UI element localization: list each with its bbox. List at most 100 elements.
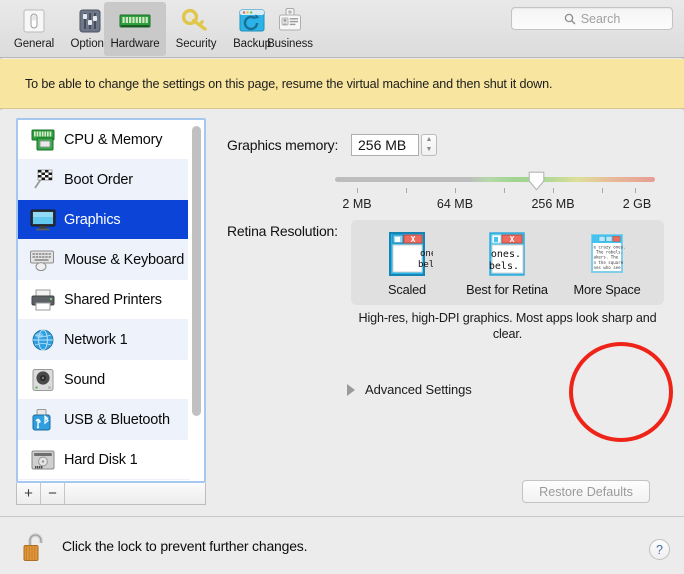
graphics-memory-input[interactable]: 256 MB <box>351 134 419 156</box>
sidebar-item-label: Boot Order <box>64 171 133 188</box>
open-padlock-icon[interactable] <box>22 530 50 562</box>
sidebar-item-boot-order[interactable]: Boot Order <box>18 160 190 200</box>
sidebar-item-label: Sound <box>64 371 105 388</box>
help-button[interactable]: ? <box>649 539 670 560</box>
tab-security[interactable]: Security <box>168 2 224 56</box>
tab-business-label: Business <box>267 38 313 50</box>
sidebar-item-label: CPU & Memory <box>64 131 163 148</box>
memory-module-icon <box>118 6 152 36</box>
retina-option-scaled[interactable]: X ones. bels. Scaled <box>359 231 455 297</box>
tab-general[interactable]: General <box>6 2 62 56</box>
tab-general-label: General <box>13 38 55 50</box>
slider-tick-label: 2 GB <box>622 197 652 211</box>
device-list-items: CPU & Memory Boot Order Graphics Mouse &… <box>18 120 190 480</box>
slider-tick-label: 64 MB <box>436 197 474 211</box>
printer-icon <box>26 288 60 312</box>
graphics-memory-label: Graphics memory: <box>227 137 339 153</box>
advanced-settings-disclosure[interactable]: Advanced Settings <box>347 382 472 397</box>
sidebar-item-label: USB & Bluetooth <box>64 411 170 428</box>
slider-knob[interactable] <box>528 171 545 191</box>
graphics-settings-pane: Graphics memory: 256 MB ▲ ▼ 2 MB 64 MB 2… <box>222 110 674 516</box>
red-circle-annotation <box>569 342 673 442</box>
lock-bar: Click the lock to prevent further change… <box>0 516 684 574</box>
scaled-thumbnail-icon: X ones. bels. <box>381 231 447 277</box>
sidebar-item-label: Mouse & Keyboard <box>64 251 185 268</box>
sidebar-item-graphics[interactable]: Graphics <box>18 200 190 240</box>
remove-device-button[interactable]: − <box>41 483 65 504</box>
warning-banner: To be able to change the settings on thi… <box>0 59 684 109</box>
sidebar-item-shared-printers[interactable]: Shared Printers <box>18 280 190 320</box>
sidebar-scrollbar-thumb[interactable] <box>192 126 201 416</box>
general-switch-icon <box>20 6 48 36</box>
svg-text:bels.: bels. <box>418 260 433 270</box>
retina-option-label: Best for Retina <box>466 282 548 297</box>
more-space-thumbnail-icon: e crazy ones. The rebels. akers. The n t… <box>581 231 633 277</box>
speaker-icon <box>26 368 60 392</box>
sidebar-item-network-1[interactable]: Network 1 <box>18 320 190 360</box>
stepper-down-icon[interactable]: ▼ <box>426 146 433 153</box>
sidebar-item-label: Hard Disk 1 <box>64 451 138 468</box>
retina-resolution-options: X ones. bels. Scaled <box>351 220 673 442</box>
slider-tick <box>406 188 407 193</box>
key-icon <box>181 6 211 36</box>
usb-bluetooth-icon <box>26 408 60 432</box>
hard-disk-icon <box>26 448 60 472</box>
tab-hardware-label: Hardware <box>110 38 160 50</box>
retina-resolution-label: Retina Resolution: <box>227 223 338 239</box>
retina-option-more-space[interactable]: e crazy ones. The rebels. akers. The n t… <box>559 231 655 297</box>
search-icon <box>564 13 576 25</box>
svg-text:ones.: ones. <box>420 249 433 259</box>
globe-icon <box>26 328 60 352</box>
sliders-icon <box>76 6 104 36</box>
add-device-button[interactable]: + <box>17 483 41 504</box>
tab-business[interactable]: Business <box>262 2 318 56</box>
svg-text:X: X <box>510 235 515 244</box>
slider-tick-label: 256 MB <box>531 197 575 211</box>
preferences-window: General Options Hardware Security Backup… <box>0 0 684 574</box>
search-placeholder: Search <box>580 11 621 26</box>
display-icon <box>26 208 60 232</box>
sidebar-item-usb-bluetooth[interactable]: USB & Bluetooth <box>18 400 190 440</box>
svg-text:ones.: ones. <box>491 249 521 260</box>
svg-text:bels.: bels. <box>489 261 519 272</box>
sidebar-item-label: Graphics <box>64 211 121 228</box>
device-list-toolbar: + − <box>16 483 206 505</box>
toolbar: General Options Hardware Security Backup… <box>0 0 684 58</box>
settings-body: CPU & Memory Boot Order Graphics Mouse &… <box>0 110 684 516</box>
tab-security-label: Security <box>175 38 217 50</box>
sidebar-item-label: Network 1 <box>64 331 128 348</box>
sidebar-item-cpu-memory[interactable]: CPU & Memory <box>18 120 190 160</box>
id-card-icon <box>276 6 304 36</box>
tab-hardware[interactable]: Hardware <box>104 2 166 56</box>
graphics-memory-slider[interactable]: 2 MB 64 MB 256 MB 2 GB <box>335 165 655 215</box>
retina-description: High-res, high-DPI graphics. Most apps l… <box>358 311 657 341</box>
slider-tick <box>357 188 358 193</box>
svg-text:X: X <box>411 235 416 244</box>
best-for-retina-thumbnail-icon: X ones. bels. <box>481 231 533 277</box>
slider-tick <box>455 188 456 193</box>
graphics-memory-stepper[interactable]: ▲ ▼ <box>421 134 437 156</box>
chevron-right-icon <box>347 383 355 396</box>
cpu-chip-icon <box>26 128 60 152</box>
sidebar-item-hard-disk-1[interactable]: Hard Disk 1 <box>18 440 190 480</box>
advanced-settings-label: Advanced Settings <box>365 382 472 397</box>
keyboard-mouse-icon <box>26 248 60 272</box>
device-list[interactable]: CPU & Memory Boot Order Graphics Mouse &… <box>16 118 206 483</box>
slider-tick <box>602 188 603 193</box>
stepper-up-icon[interactable]: ▲ <box>426 136 433 143</box>
retina-option-best-for-retina[interactable]: X ones. bels. Best for Retina <box>459 231 555 297</box>
slider-track[interactable] <box>335 177 655 182</box>
slider-tick <box>553 188 554 193</box>
slider-tick <box>504 188 505 193</box>
slider-tick <box>635 188 636 193</box>
retina-option-label: Scaled <box>388 282 426 297</box>
sidebar-item-mouse-keyboard[interactable]: Mouse & Keyboard <box>18 240 190 280</box>
sidebar-item-sound[interactable]: Sound <box>18 360 190 400</box>
svg-text:nes who see: nes who see <box>594 265 622 270</box>
slider-tick-label: 2 MB <box>342 197 372 211</box>
checkered-flag-icon <box>26 168 60 192</box>
restore-defaults-button[interactable]: Restore Defaults <box>522 480 650 503</box>
retina-option-label: More Space <box>573 282 641 297</box>
lock-message: Click the lock to prevent further change… <box>62 537 308 554</box>
search-input[interactable]: Search <box>511 7 673 30</box>
